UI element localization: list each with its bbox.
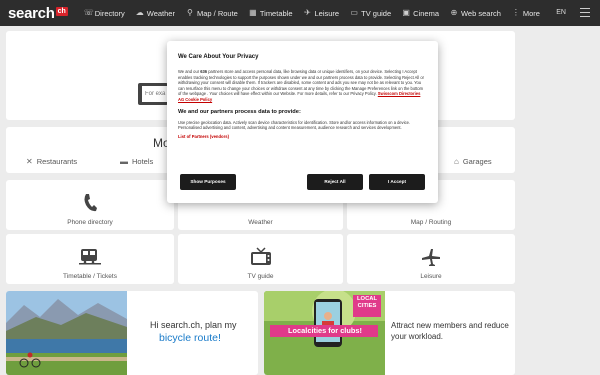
category-label: Restaurants [36,157,78,166]
nav-label: Weather [146,8,175,18]
nav-label: More [522,8,540,18]
language-switch[interactable]: EN [556,9,566,16]
bicycle-route-link[interactable]: bicycle route! [159,332,237,345]
main-nav: ☏ Directory ☁ Weather ⚲ Map / Route ▦ Timetable… [84,9,551,18]
category-label: Hotels [132,157,154,166]
web-search-icon: ⊕ [450,8,458,17]
promo-line: Hi search.ch, plan my [150,320,237,330]
tile-tv-guide[interactable]: TV guide [178,234,343,284]
nav-item-web-search[interactable]: ⊕ Web search [450,9,501,18]
localcities-logo: LOCAL CITIES [353,296,381,310]
logo-line: LOCAL [357,296,377,302]
tile-label: Timetable / Tickets [63,273,117,280]
lake-landscape-image [6,291,127,375]
logo-badge: ch [55,6,68,16]
timetable-icon: ▦ [249,8,257,17]
logo-line: CITIES [357,303,377,309]
nav-label: Map / Route [196,8,238,18]
tile-label: TV guide [247,273,274,280]
nav-item-leisure[interactable]: ✈ Leisure [304,8,340,18]
logo-text: search [8,4,55,22]
cutlery-icon: ✕ [26,157,33,166]
category-garages[interactable]: ⌂ Garages [454,157,492,166]
promo-text: Hi search.ch, plan my bicycle route! [150,319,237,345]
accept-button[interactable]: I Accept [369,174,425,190]
phone-icon [79,192,101,214]
hamburger-menu-icon[interactable] [580,8,590,19]
nav-item-timetable[interactable]: ▦ Timetable [249,8,293,18]
search-input[interactable] [142,86,168,102]
vendors-list-link[interactable]: List of Partners (vendors) [178,134,427,139]
partners-count[interactable]: 636 [200,69,207,74]
nav-item-weather[interactable]: ☁ Weather [136,9,175,18]
promo-image-text: Localcities for clubs! [288,326,362,335]
airplane-icon [420,246,442,268]
weather-icon: ☁ [135,8,144,17]
nav-item-map-route[interactable]: ⚲ Map / Route [186,9,238,18]
nav-label: TV guide [361,8,392,18]
cookie-consent-modal: We Care About Your Privacy We and our 63… [167,41,438,203]
tile-leisure[interactable]: Leisure [347,234,515,284]
site-logo[interactable]: search ch [8,5,68,22]
directory-icon: ☏ [83,8,94,17]
purposes-text: Use precise geolocation data. Actively s… [178,119,411,131]
nav-label: Web search [460,8,501,18]
tile-timetable-tickets[interactable]: Timetable / Tickets [6,234,174,284]
map-pin-icon: ⚲ [187,8,193,17]
tv-icon [250,246,272,268]
garage-icon: ⌂ [454,157,459,166]
tile-label: Map / Routing [410,219,452,226]
tile-label: Phone directory [67,219,113,226]
tile-label: Weather [248,219,273,226]
category-restaurants[interactable]: ✕ Restaurants [26,157,77,166]
promo-bicycle-route[interactable]: Hi search.ch, plan my bicycle route! [6,291,258,375]
tile-label: Leisure [420,273,442,280]
reject-all-button[interactable]: Reject All [307,174,363,190]
nav-item-cinema[interactable]: ▣ Cinema [402,9,439,18]
cinema-icon: ▣ [402,8,410,17]
modal-body-text: We and our [178,69,200,74]
modal-body: We and our 636 partners store and access… [178,69,427,103]
tv-icon: ▭ [350,8,358,17]
search-box [138,83,168,105]
nav-item-directory[interactable]: ☏ Directory [84,9,125,18]
top-navigation-bar: search ch ☏ Directory ☁ Weather ⚲ Map / Route… [0,0,600,26]
promo-text: Attract new members and reduce your work… [391,321,509,341]
show-purposes-button[interactable]: Show Purposes [180,174,236,190]
nav-item-more[interactable]: ⋮ More [512,9,540,18]
nav-item-tv-guide[interactable]: ▭ TV guide [350,9,391,18]
train-icon [79,246,101,268]
nav-label: Timetable [259,8,293,18]
nav-label: Leisure [314,8,340,18]
leisure-icon: ✈ [304,8,311,17]
tile-phone-directory[interactable]: Phone directory [6,180,174,230]
bed-icon: ▬ [120,157,128,166]
nav-label: Directory [94,8,125,18]
modal-title: We Care About Your Privacy [178,54,259,60]
nav-label: Cinema [413,8,439,18]
category-hotels[interactable]: ▬ Hotels [120,157,153,166]
category-label: Garages [462,157,492,166]
promo-localcities[interactable]: Localcities for clubs! LOCAL CITIES Attr… [264,291,515,375]
more-icon: ⋮ [511,8,520,17]
modal-subtitle: We and our partners process data to prov… [178,108,301,115]
